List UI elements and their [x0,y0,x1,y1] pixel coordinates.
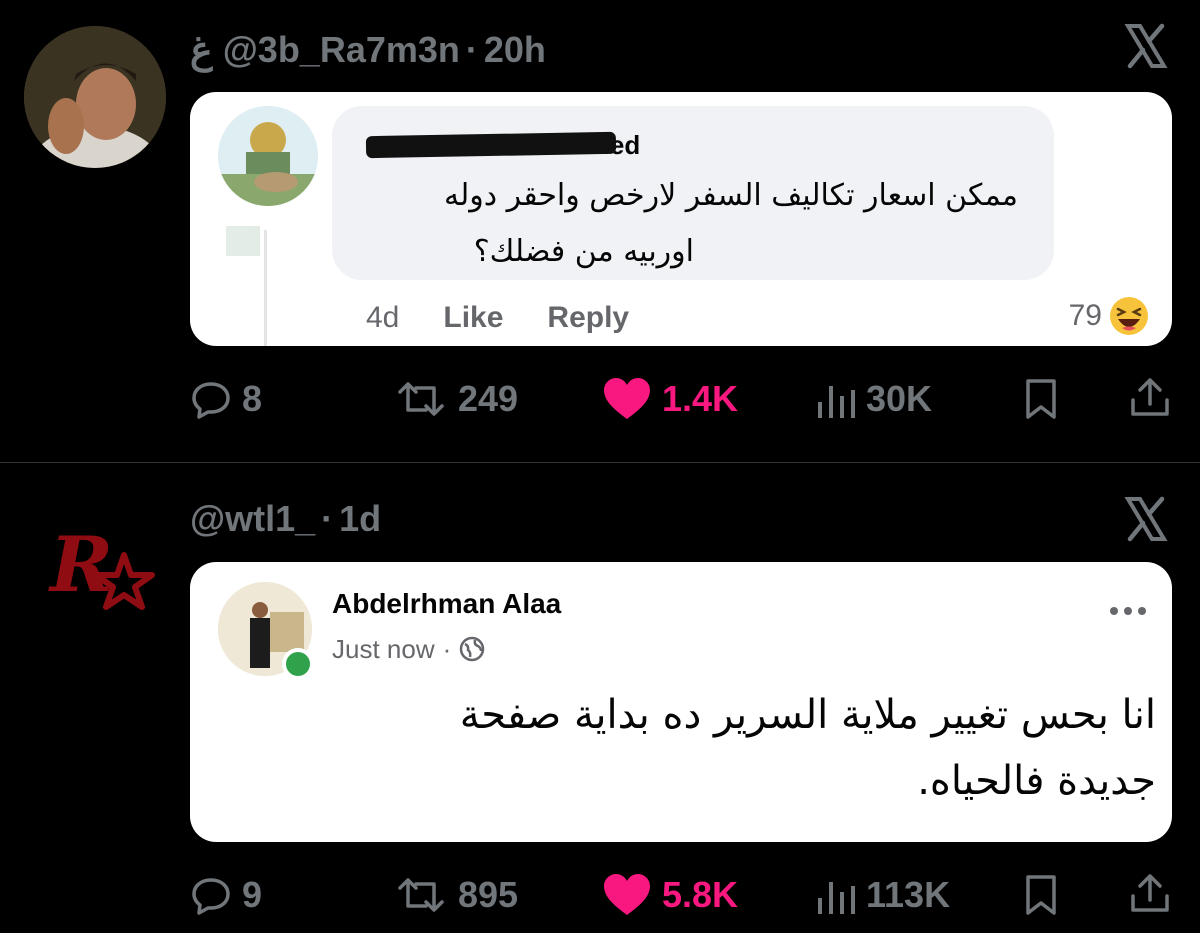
reply-icon [192,382,230,419]
views-count: 113K [866,874,951,915]
separator-dot: · [465,29,478,70]
tweet-1: غ @3b_Ra7m3n · 20h hed ممكن اسعار تكاليف… [0,0,1200,462]
tweet-time[interactable]: 20h [484,29,546,71]
author-avatar[interactable] [24,26,166,168]
quoted-image-card[interactable]: hed ممكن اسعار تكاليف السفر لارخص واحقر … [190,92,1172,346]
avatar-photo [24,26,166,168]
tweet-actions: 8 249 1.4K 30K [190,374,1175,424]
share-icon[interactable] [1128,872,1172,916]
repost-button[interactable]: 895 [394,870,518,920]
tweet-actions: 9 895 5.8K 113K [190,870,1175,920]
separator-dot: · [321,498,334,539]
reply-count: 9 [242,874,263,915]
author-avatar-rockstar-logo[interactable]: R [46,525,156,621]
repost-icon [398,878,444,912]
author-handle[interactable]: @3b_Ra7m3n [223,29,460,71]
post-text-line1: انا بحس تغيير ملاية السرير ده بداية صفحة [459,692,1156,738]
repost-count: 895 [458,874,519,915]
commenter-avatar [218,106,318,206]
globe-icon [460,636,485,662]
commenter-photo [218,106,318,206]
post-text-line2: جديدة فالحياه. [917,758,1156,804]
views-chart-icon [818,386,855,418]
comment-text-line2: اوربيه من فضلك؟ [473,234,694,269]
tweet-time[interactable]: 1d [339,498,381,540]
author-handle[interactable]: @wtl1_ [190,498,315,540]
views-count: 30K [866,378,933,419]
comment-meta: 4d Like Reply [366,298,629,338]
svg-text:R: R [48,525,113,609]
like-button[interactable]: 5.8K [602,870,738,920]
comment-bubble: hed ممكن اسعار تكاليف السفر لارخص واحقر … [332,106,1054,280]
heart-filled-icon [604,874,650,915]
poster-name[interactable]: Abdelrhman Alaa [332,588,561,620]
tweet-header: @wtl1_ · 1d [190,495,381,543]
repost-button[interactable]: 249 [394,374,518,424]
reply-icon [192,878,230,915]
quoted-image-card[interactable]: Abdelrhman Alaa Just now · انا بحس تغيير… [190,562,1172,842]
x-logo-icon [1124,496,1168,542]
meta-dot: · [442,633,452,664]
commenter-name[interactable]: hed [365,130,666,164]
like-button[interactable]: 1.4K [602,374,738,424]
bookmark-icon[interactable] [1024,874,1058,916]
reply-count: 8 [242,378,263,419]
reaction-count: 79 [1068,299,1102,332]
share-icon[interactable] [1128,376,1172,420]
post-timestamp[interactable]: Just now [332,634,435,665]
ellipsis-icon[interactable] [1108,604,1148,618]
faded-background-strip [218,210,268,346]
reply-button[interactable]: 8 [190,374,262,424]
like-count: 5.8K [662,874,739,915]
repost-icon [398,382,444,416]
comment-reply-link[interactable]: Reply [547,301,629,335]
views-button[interactable]: 30K [816,374,932,424]
post-meta: Just now · [332,632,485,666]
tweet-header: غ @3b_Ra7m3n · 20h [190,26,546,74]
bookmark-icon[interactable] [1024,378,1058,420]
x-logo-icon [1124,23,1168,69]
haha-reaction-icon [1110,297,1148,335]
repost-count: 249 [458,378,519,419]
reply-button[interactable]: 9 [190,870,262,920]
views-chart-icon [818,882,855,914]
heart-filled-icon [604,378,650,419]
online-status-dot [282,648,314,680]
comment-age: 4d [366,301,400,334]
tweet-2: R @wtl1_ · 1d Abdelrhman Alaa Just now · [0,463,1200,933]
comment-text-line1: ممكن اسعار تكاليف السفر لارخص واحقر دوله [444,178,1018,213]
redaction-scribble [365,131,617,159]
reaction-summary[interactable]: 79 [1069,294,1150,338]
views-button[interactable]: 113K [816,870,950,920]
like-count: 1.4K [662,378,739,419]
author-name[interactable]: غ [190,28,213,73]
comment-like-link[interactable]: Like [443,301,503,335]
